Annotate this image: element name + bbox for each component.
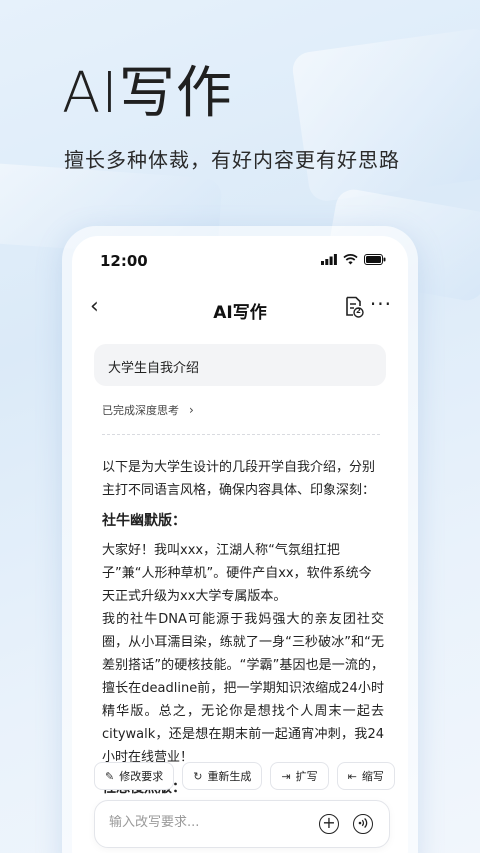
chip-label: 重新生成	[207, 770, 252, 783]
chip-regenerate[interactable]: ↻ 重新生成	[182, 762, 263, 790]
answer-intro: 以下是为大学生设计的几段开学自我介绍，分别主打不同语言风格，确保内容具体、印象深…	[102, 460, 376, 498]
rewrite-input-bar: +	[94, 800, 390, 848]
voice-icon	[358, 818, 368, 828]
status-time: 12:00	[100, 252, 148, 270]
battery-icon	[364, 254, 386, 265]
hero-subtitle: 擅长多种体裁，有好内容更有好思路	[64, 148, 400, 172]
signal-icon	[321, 254, 337, 265]
rewrite-input[interactable]	[109, 815, 299, 830]
hero-title: AI写作	[62, 61, 233, 126]
bg-decor-1	[290, 26, 480, 204]
section-title-1: 社牛幽默版：	[102, 513, 186, 529]
document-button[interactable]: 2	[344, 296, 364, 322]
chip-shorten[interactable]: ⇤ 缩写	[336, 762, 395, 790]
chip-expand[interactable]: ⇥ 扩写	[270, 762, 329, 790]
chip-modify[interactable]: ✎ 修改要求	[94, 762, 175, 790]
thinking-label: 已完成深度思考	[102, 404, 179, 417]
status-bar: 12:00	[72, 236, 408, 280]
phone-screen: 12:00 ‹ AI写作 2 ··· 大学生自我介绍 已完成深度思考 › 以下是…	[72, 236, 408, 853]
phone-frame: 12:00 ‹ AI写作 2 ··· 大学生自我介绍 已完成深度思考 › 以下是…	[62, 226, 418, 853]
answer-content: 以下是为大学生设计的几段开学自我介绍，分别主打不同语言风格，确保内容具体、印象深…	[102, 456, 384, 806]
nav-bar: ‹ AI写作 2 ···	[72, 288, 408, 328]
refresh-icon: ↻	[193, 769, 203, 783]
thinking-toggle[interactable]: 已完成深度思考 ›	[102, 402, 194, 418]
section-1-paragraph-2: 我的社牛DNA可能源于我妈强大的亲友团社交圈，从小耳濡目染，练就了一身“三秒破冰…	[102, 612, 384, 765]
expand-icon: ⇥	[281, 769, 291, 783]
status-icons	[321, 254, 386, 265]
shorten-icon: ⇤	[347, 769, 357, 783]
chevron-right-icon: ›	[189, 403, 194, 417]
chip-label: 缩写	[361, 770, 384, 783]
document-badge: 2	[356, 307, 361, 315]
divider	[102, 434, 380, 435]
add-button[interactable]: +	[319, 814, 339, 834]
action-chips: ✎ 修改要求 ↻ 重新生成 ⇥ 扩写 ⇤ 缩写	[94, 762, 395, 790]
chip-label: 扩写	[295, 770, 318, 783]
chip-label: 修改要求	[119, 770, 164, 783]
wifi-icon	[343, 254, 358, 265]
edit-icon: ✎	[105, 769, 115, 783]
voice-button[interactable]	[353, 814, 373, 834]
section-1-paragraph-1: 大家好！我叫xxx，江湖人称“气氛组扛把子”兼“人形种草机”。硬件产自xx，软件…	[102, 543, 372, 604]
user-query-bubble: 大学生自我介绍	[94, 344, 386, 386]
document-icon	[346, 296, 364, 318]
more-button[interactable]: ···	[370, 292, 392, 316]
